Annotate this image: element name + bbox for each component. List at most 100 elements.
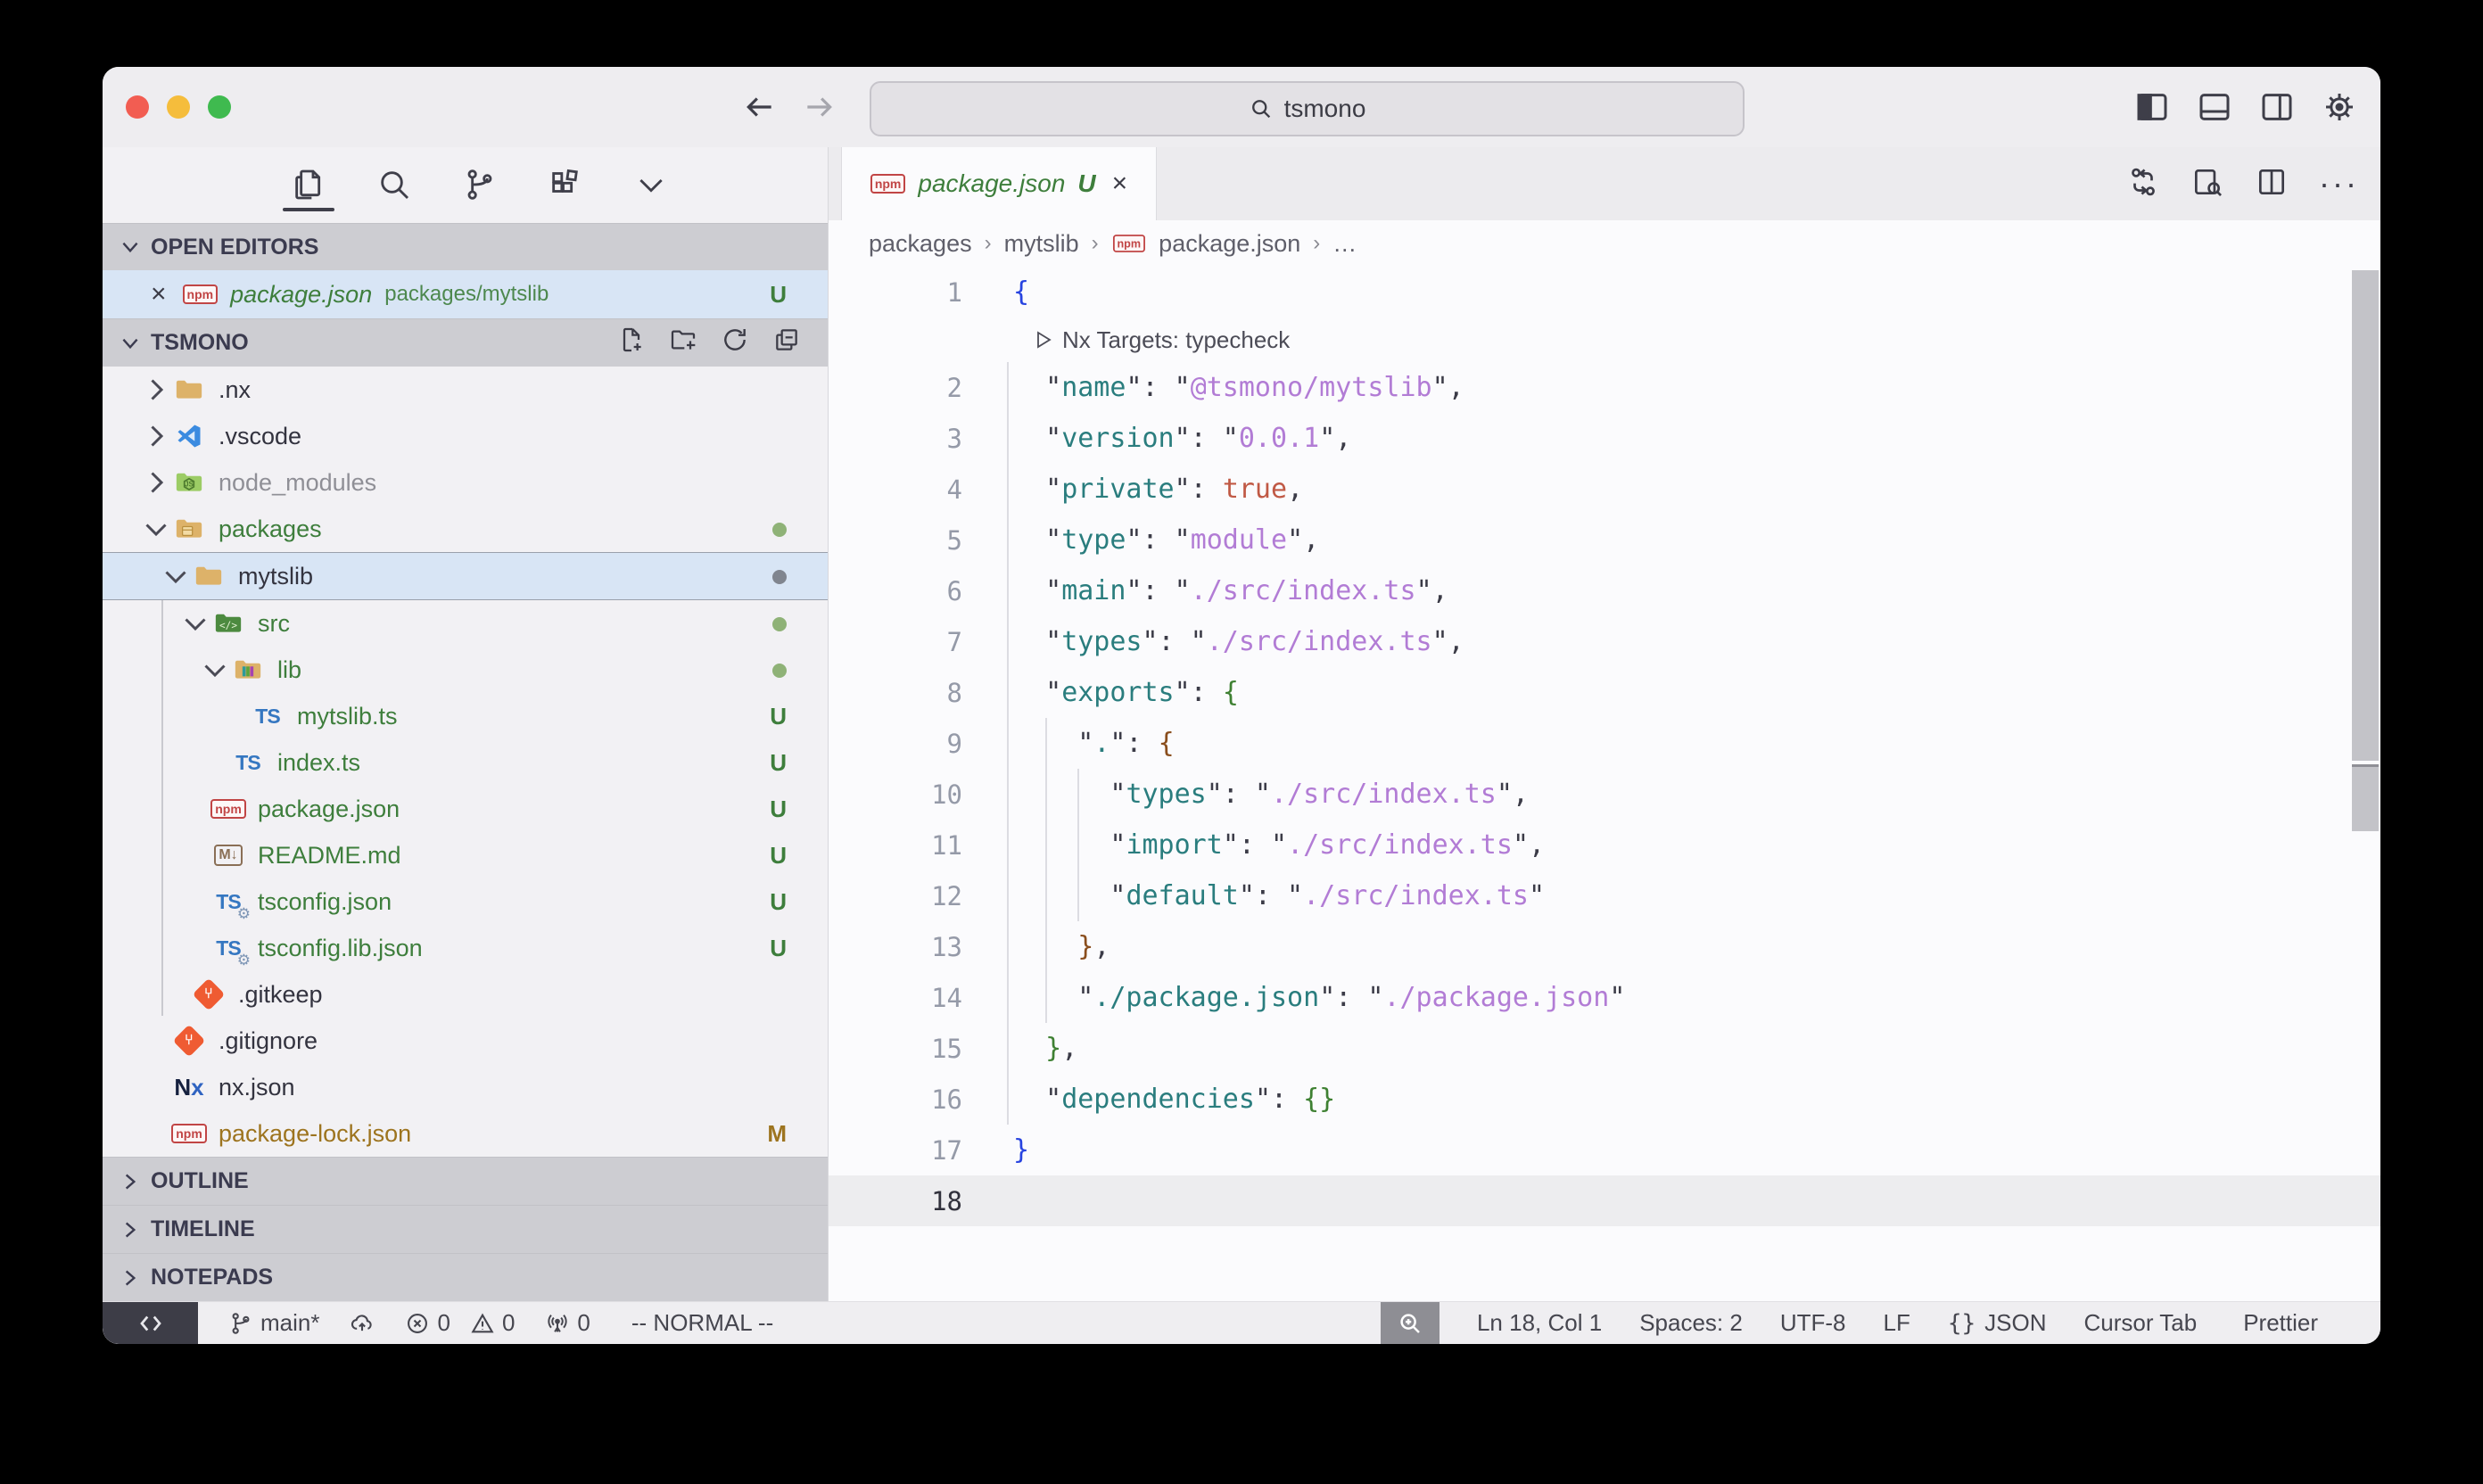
close-icon[interactable]: × — [151, 279, 167, 309]
explorer-icon[interactable] — [288, 158, 329, 211]
compare-changes-icon[interactable] — [2126, 165, 2160, 203]
chevron-right-icon[interactable] — [140, 420, 172, 452]
open-editors-header[interactable]: OPEN EDITORS — [103, 223, 828, 271]
line-number: 11 — [829, 830, 962, 861]
tree-item-src[interactable]: </>src — [103, 600, 828, 647]
tree-item-tsconfig-json[interactable]: TS⚙tsconfig.jsonU — [103, 878, 828, 925]
open-editor-item[interactable]: × npm package.json packages/mytslib U — [103, 270, 828, 318]
split-editor-icon[interactable] — [2255, 165, 2289, 203]
tree-item--gitignore[interactable]: ⑂.gitignore — [103, 1018, 828, 1064]
code-line-13[interactable]: 13 }, — [829, 921, 2380, 972]
problems-status[interactable]: 0 0 — [405, 1309, 515, 1337]
tree-item-package-lock-json[interactable]: npmpackage-lock.jsonM — [103, 1110, 828, 1157]
code-line-16[interactable]: 16 "dependencies": {} — [829, 1074, 2380, 1125]
refresh-icon[interactable] — [721, 326, 749, 360]
publish-status[interactable] — [350, 1311, 375, 1336]
code-line-12[interactable]: 12 "default": "./src/index.ts" — [829, 870, 2380, 921]
sidebar-section-notepads[interactable]: NOTEPADS — [103, 1253, 828, 1301]
chevron-spacer — [179, 886, 211, 918]
tree-item--vscode[interactable]: .vscode — [103, 413, 828, 459]
new-file-icon[interactable] — [617, 326, 646, 360]
tree-item-packages[interactable]: packages — [103, 506, 828, 552]
branch-name: main* — [260, 1309, 319, 1337]
tree-item-package-json[interactable]: npmpackage.jsonU — [103, 786, 828, 832]
code-line-15[interactable]: 15 }, — [829, 1023, 2380, 1074]
tree-item-nx-json[interactable]: Nxnx.json — [103, 1064, 828, 1110]
code-line-5[interactable]: 5 "type": "module", — [829, 515, 2380, 565]
breadcrumb-item[interactable]: … — [1332, 230, 1357, 258]
back-arrow-icon[interactable] — [743, 90, 777, 124]
ports-status[interactable]: 0 — [545, 1309, 590, 1337]
remote-indicator[interactable] — [103, 1302, 198, 1344]
code-editor[interactable]: 1{Nx Targets: typecheck2 "name": "@tsmon… — [829, 267, 2380, 1301]
cursor-tab-status[interactable]: Cursor Tab — [2084, 1309, 2198, 1337]
breadcrumb-item[interactable]: mytslib — [1004, 230, 1079, 258]
tab-package-json[interactable]: npm package.json U × — [841, 147, 1157, 220]
chevron-down-icon[interactable] — [179, 607, 211, 639]
scrollbar-thumb[interactable] — [2352, 270, 2379, 761]
tree-item--gitkeep[interactable]: ⑂.gitkeep — [103, 971, 828, 1018]
toggle-primary-sidebar-icon[interactable] — [2134, 89, 2170, 125]
tree-item-node-modules[interactable]: JSnode_modules — [103, 459, 828, 506]
code-line-14[interactable]: 14 "./package.json": "./package.json" — [829, 972, 2380, 1023]
language-mode[interactable]: {} JSON — [1948, 1309, 2047, 1337]
tree-item-mytslib[interactable]: mytslib — [103, 552, 828, 600]
toggle-panel-icon[interactable] — [2197, 89, 2232, 125]
tree-item-tsconfig-lib-json[interactable]: TS⚙tsconfig.lib.jsonU — [103, 925, 828, 971]
new-folder-icon[interactable] — [669, 326, 697, 360]
code-line-10[interactable]: 10 "types": "./src/index.ts", — [829, 769, 2380, 820]
code-line-8[interactable]: 8 "exports": { — [829, 667, 2380, 718]
chevron-down-icon[interactable] — [631, 158, 672, 211]
code-line-17[interactable]: 17} — [829, 1125, 2380, 1175]
code-line-11[interactable]: 11 "import": "./src/index.ts", — [829, 820, 2380, 870]
minimize-window-button[interactable] — [167, 95, 190, 119]
chevron-right-icon[interactable] — [140, 466, 172, 499]
formatter-status[interactable]: Prettier — [2234, 1309, 2318, 1337]
workspace-header[interactable]: TSMONO — [103, 318, 828, 367]
breadcrumb-item[interactable]: packages — [869, 230, 972, 258]
source-control-icon[interactable] — [459, 158, 500, 211]
indentation-status[interactable]: Spaces: 2 — [1639, 1309, 1743, 1337]
toggle-secondary-sidebar-icon[interactable] — [2259, 89, 2295, 125]
chevron-down-icon[interactable] — [199, 654, 231, 686]
open-preview-icon[interactable] — [2190, 165, 2224, 203]
maximize-window-button[interactable] — [208, 95, 231, 119]
tree-item-mytslib-ts[interactable]: TSmytslib.tsU — [103, 693, 828, 739]
close-icon[interactable]: × — [1112, 169, 1128, 199]
collapse-all-icon[interactable] — [772, 326, 801, 360]
vim-mode-indicator[interactable]: -- NORMAL -- — [631, 1309, 773, 1337]
code-line-7[interactable]: 7 "types": "./src/index.ts", — [829, 616, 2380, 667]
eol-status[interactable]: LF — [1884, 1309, 1910, 1337]
code-line-3[interactable]: 3 "version": "0.0.1", — [829, 413, 2380, 464]
chevron-right-icon[interactable] — [140, 374, 172, 406]
zoom-indicator[interactable] — [1381, 1302, 1439, 1344]
search-icon[interactable] — [374, 158, 415, 211]
chevron-spacer — [179, 839, 211, 871]
scrollbar-thumb[interactable] — [2352, 764, 2379, 831]
gear-icon[interactable] — [2322, 89, 2357, 125]
forward-arrow-icon[interactable] — [802, 90, 836, 124]
code-line-18[interactable]: 18 — [829, 1175, 2380, 1226]
breadcrumb-item[interactable]: package.json — [1159, 230, 1300, 258]
tree-item-lib[interactable]: lib — [103, 647, 828, 693]
sidebar-section-outline[interactable]: OUTLINE — [103, 1157, 828, 1205]
close-window-button[interactable] — [126, 95, 149, 119]
cursor-position[interactable]: Ln 18, Col 1 — [1477, 1309, 1602, 1337]
codelens-nx-targets[interactable]: Nx Targets: typecheck — [829, 317, 2380, 362]
tree-item-index-ts[interactable]: TSindex.tsU — [103, 739, 828, 786]
code-line-2[interactable]: 2 "name": "@tsmono/mytslib", — [829, 362, 2380, 413]
command-center-search[interactable]: tsmono — [870, 81, 1745, 136]
code-line-6[interactable]: 6 "main": "./src/index.ts", — [829, 565, 2380, 616]
chevron-down-icon[interactable] — [140, 513, 172, 545]
sidebar-bottom-sections: OUTLINETIMELINENOTEPADS — [103, 1157, 828, 1301]
extensions-icon[interactable] — [545, 158, 586, 211]
sidebar-section-timeline[interactable]: TIMELINE — [103, 1205, 828, 1253]
encoding-status[interactable]: UTF-8 — [1780, 1309, 1846, 1337]
code-line-1[interactable]: 1{ — [829, 267, 2380, 317]
tree-item-readme-md[interactable]: M↓README.mdU — [103, 832, 828, 878]
tree-item--nx[interactable]: .nx — [103, 367, 828, 413]
code-line-9[interactable]: 9 ".": { — [829, 718, 2380, 769]
git-branch-status[interactable]: main* — [228, 1309, 319, 1337]
chevron-down-icon[interactable] — [160, 560, 192, 592]
code-line-4[interactable]: 4 "private": true, — [829, 464, 2380, 515]
